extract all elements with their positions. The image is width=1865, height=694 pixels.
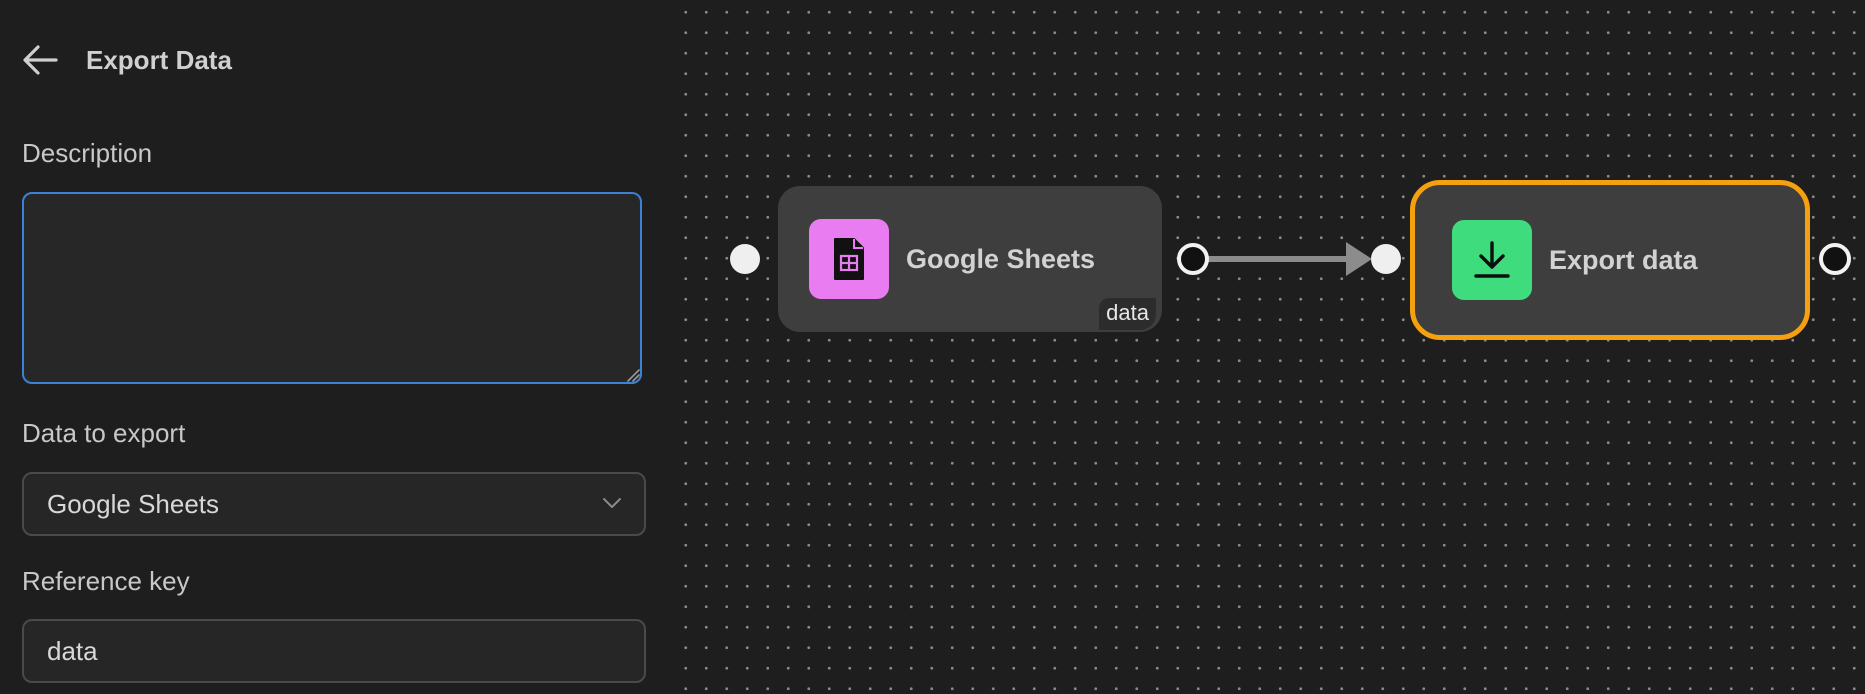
google-sheets-node[interactable]: Google Sheets data (778, 186, 1162, 332)
flow-canvas[interactable]: Google Sheets data Export data (670, 0, 1865, 694)
download-icon (1474, 241, 1510, 278)
arrow-left-icon (23, 45, 58, 75)
connection-edge (1196, 242, 1372, 276)
sheets-output-handle[interactable] (1176, 242, 1210, 276)
back-button[interactable] (22, 38, 66, 82)
chevron-down-icon (603, 498, 621, 508)
export-input-handle[interactable] (1369, 242, 1403, 276)
export-data-node[interactable]: Export data (1410, 180, 1810, 340)
resize-grip-icon[interactable] (626, 368, 640, 382)
export-output-handle[interactable] (1818, 242, 1852, 276)
node-settings-panel: Export Data Description Data to export G… (0, 0, 670, 694)
export-data-node-label: Export data (1549, 244, 1698, 275)
google-sheets-icon-box (809, 219, 889, 299)
reference-key-label: Reference key (22, 566, 190, 596)
app-window: Export Data Description Data to export G… (0, 0, 1865, 694)
data-to-export-label: Data to export (22, 418, 186, 448)
reference-key-value: data (47, 635, 98, 666)
panel-title: Export Data (86, 44, 232, 75)
data-to-export-value: Google Sheets (47, 488, 220, 519)
description-textarea[interactable] (22, 192, 642, 384)
data-to-export-select[interactable]: Google Sheets (22, 472, 646, 536)
sheets-input-handle[interactable] (728, 243, 762, 277)
description-label: Description (22, 138, 153, 168)
reference-key-input[interactable]: data (22, 619, 646, 683)
google-sheets-icon (834, 238, 864, 280)
panel-header: Export Data (22, 38, 232, 82)
output-badge: data (1099, 298, 1156, 330)
download-icon-box (1452, 220, 1532, 300)
google-sheets-node-label: Google Sheets (906, 243, 1096, 274)
